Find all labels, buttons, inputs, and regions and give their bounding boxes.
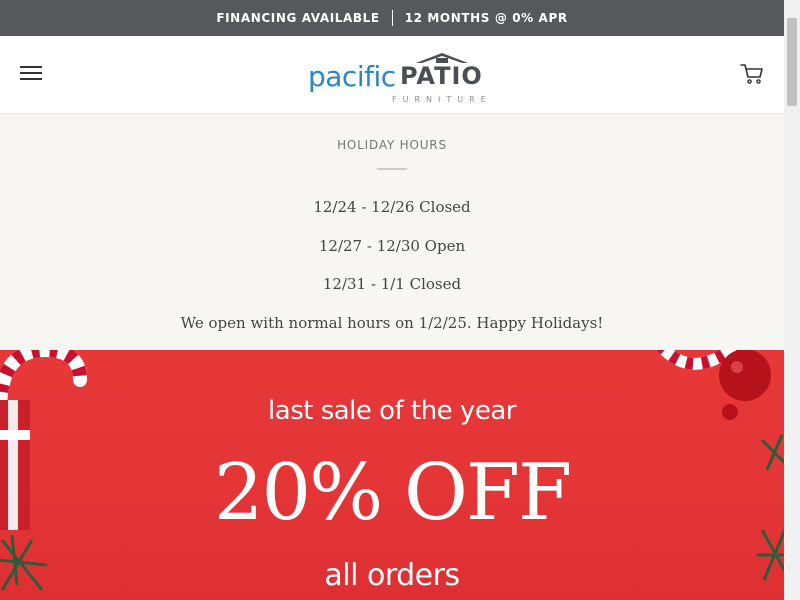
hamburger-menu-icon[interactable] [20, 66, 42, 82]
hours-line: 12/27 - 12/30 Open [318, 236, 466, 255]
promo-orders: all orders [324, 558, 460, 593]
announcement-financing: FINANCING AVAILABLE [216, 11, 380, 25]
scrollbar[interactable] [784, 0, 800, 600]
promo-subheading: last sale of the year [268, 396, 516, 426]
logo-patio-text: PATIO [400, 62, 483, 90]
logo-script-text: pacific [308, 60, 396, 93]
announcement-divider [391, 10, 393, 26]
page: FINANCING AVAILABLE 12 MONTHS @ 0% APR p… [0, 0, 784, 600]
shopping-cart-icon[interactable] [740, 63, 764, 85]
site-header: pacific PATIO FURNITURE [0, 36, 784, 114]
holiday-hours-section: HOLIDAY HOURS 12/24 - 12/26 Closed 12/27… [0, 114, 784, 350]
announcement-bar[interactable]: FINANCING AVAILABLE 12 MONTHS @ 0% APR [0, 0, 784, 36]
ornament-icon [656, 350, 771, 420]
title-divider [377, 168, 407, 170]
logo-subtext: FURNITURE [392, 95, 492, 104]
holiday-hours-title: HOLIDAY HOURS [337, 138, 447, 152]
announcement-apr: 12 MONTHS @ 0% APR [404, 11, 568, 25]
hours-footer: We open with normal hours on 1/2/25. Hap… [180, 313, 604, 332]
hours-line: 12/24 - 12/26 Closed [313, 198, 471, 216]
promo-discount: 20% OFF [213, 448, 572, 538]
site-logo[interactable]: pacific PATIO FURNITURE [308, 50, 486, 104]
promo-banner[interactable]: last sale of the year 20% OFF all orders [0, 350, 784, 600]
hours-line: 12/31 - 1/1 Closed [322, 275, 462, 293]
scrollbar-thumb[interactable] [787, 18, 797, 106]
